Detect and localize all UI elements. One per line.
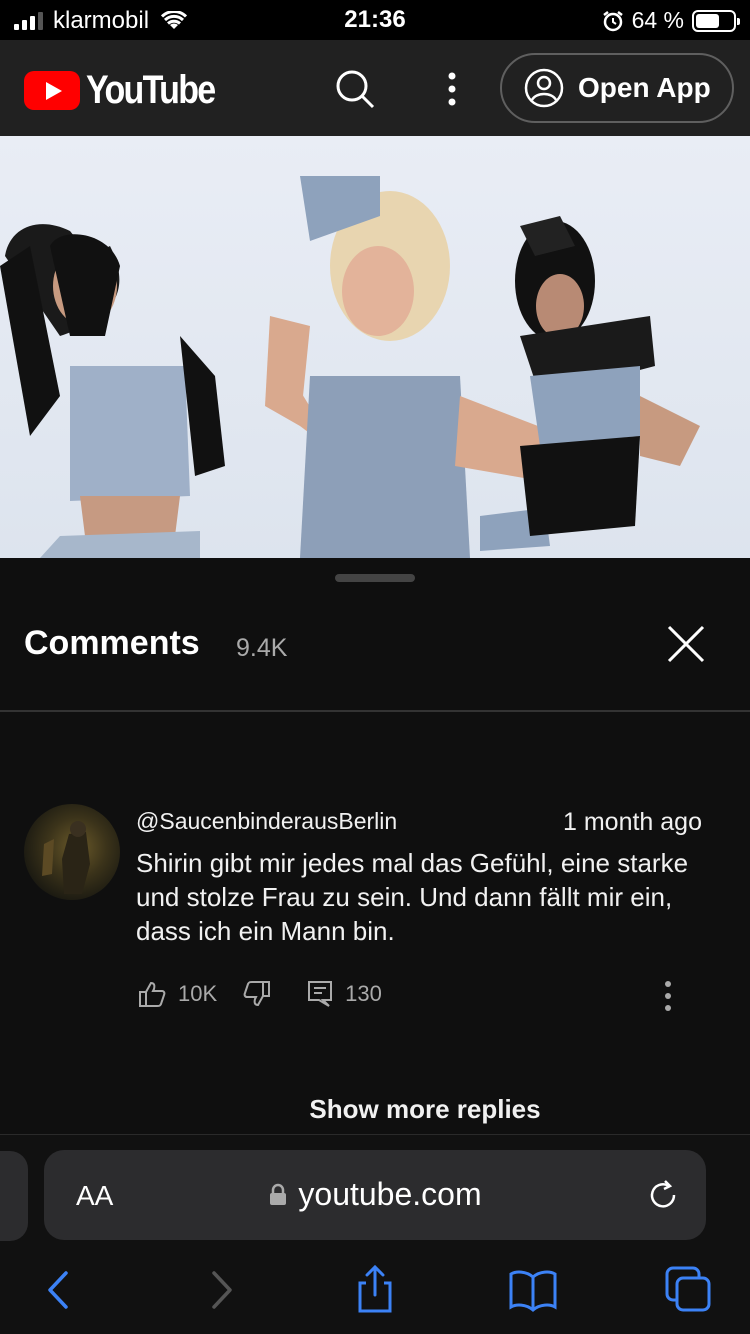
- youtube-logo[interactable]: YouTube: [24, 68, 237, 113]
- drag-handle[interactable]: [335, 574, 415, 582]
- dislike-button[interactable]: [243, 980, 271, 1008]
- search-icon[interactable]: [334, 68, 376, 110]
- close-icon[interactable]: [666, 624, 706, 664]
- address-bar[interactable]: AA youtube.com: [44, 1150, 706, 1240]
- browser-bar: AA youtube.com: [0, 1134, 750, 1334]
- show-more-replies-button[interactable]: Show more replies: [0, 1094, 750, 1125]
- thumbs-down-icon: [243, 981, 271, 1007]
- youtube-wordmark: YouTube: [86, 68, 216, 112]
- comments-panel: Comments 9.4K @SaucenbinderausBerlin 1 m…: [0, 558, 750, 1134]
- like-count: 10K: [178, 981, 218, 1006]
- forward-icon[interactable]: [196, 1265, 246, 1315]
- account-icon: [524, 68, 564, 108]
- tabs-icon[interactable]: [664, 1265, 714, 1315]
- status-bar: klarmobil 21:36 64 %: [0, 0, 750, 40]
- youtube-header: YouTube Open App: [0, 40, 750, 136]
- video-player[interactable]: [0, 136, 750, 558]
- like-button[interactable]: 10K: [138, 980, 217, 1008]
- comment-text: Shirin gibt mir jedes mal das Gefühl, ei…: [136, 848, 689, 946]
- more-vert-icon[interactable]: [438, 68, 466, 110]
- comment-more-icon[interactable]: [656, 978, 680, 1014]
- open-app-label: Open App: [578, 72, 711, 103]
- comments-count: 9.4K: [236, 634, 288, 662]
- battery-fill: [696, 13, 720, 28]
- divider: [0, 710, 750, 712]
- alarm-icon: [602, 10, 623, 31]
- comment-actions: 10K 130: [138, 980, 382, 1008]
- reply-icon: [308, 981, 333, 1007]
- url-text: youtube.com: [298, 1176, 482, 1212]
- open-app-button[interactable]: Open App: [500, 53, 734, 123]
- avatar[interactable]: [24, 804, 120, 900]
- reply-count: 130: [345, 981, 382, 1006]
- avatar-image: [42, 821, 90, 894]
- reply-button[interactable]: 130: [307, 980, 382, 1008]
- back-icon[interactable]: [36, 1265, 86, 1315]
- youtube-play-icon: [24, 71, 80, 110]
- bookmarks-icon[interactable]: [508, 1265, 558, 1315]
- reload-icon[interactable]: [646, 1178, 680, 1212]
- lock-icon: [270, 1183, 287, 1205]
- comment-author[interactable]: @SaucenbinderausBerlin: [136, 808, 397, 835]
- comment-time: 1 month ago: [563, 808, 702, 836]
- comments-title: Comments: [24, 624, 200, 662]
- url-container: youtube.com: [44, 1176, 706, 1213]
- thumbs-up-icon: [139, 981, 166, 1007]
- previous-tab-peek[interactable]: [0, 1151, 28, 1241]
- status-right: 64 %: [602, 7, 740, 34]
- browser-toolbar: [0, 1265, 750, 1325]
- share-icon[interactable]: [350, 1265, 400, 1315]
- battery-percent: 64 %: [631, 7, 684, 33]
- battery-icon: [692, 9, 740, 32]
- video-frame: [0, 176, 700, 558]
